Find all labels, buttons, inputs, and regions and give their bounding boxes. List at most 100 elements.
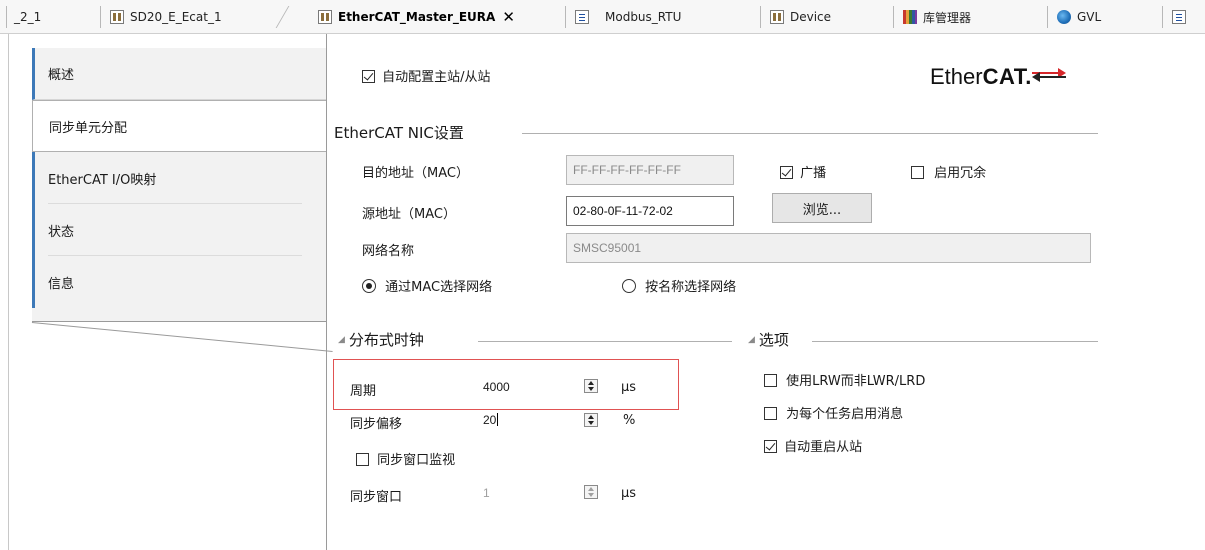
tab-label: _2_1: [14, 10, 42, 24]
sync-shift-value: 20: [483, 413, 497, 427]
ethercat-logo: EtherCAT.: [930, 64, 1066, 90]
auto-config-checkbox[interactable]: 自动配置主站/从站: [362, 66, 491, 85]
sync-window-unit: µs: [621, 486, 637, 501]
sync-window-label: 同步窗口: [350, 490, 403, 505]
broadcast-checkbox[interactable]: 广播: [780, 162, 826, 181]
globe-icon: [1057, 10, 1071, 24]
tab-modbus-rtu[interactable]: Modbus_RTU: [565, 0, 682, 33]
group-title-text: EtherCAT NIC设置: [334, 124, 464, 142]
tab-label: SD20_E_Ecat_1: [130, 10, 222, 24]
document-icon: [575, 10, 589, 24]
tab-label: 库管理器: [923, 10, 972, 25]
sidebar-item-label: 概述: [48, 68, 75, 83]
broadcast-label: 广播: [800, 166, 827, 181]
sidebar-item-io-mapping[interactable]: EtherCAT I/O映射: [32, 152, 326, 204]
options-group-title[interactable]: ◢ 选项: [748, 329, 789, 350]
sidebar-item-overview[interactable]: 概述: [32, 48, 326, 100]
sync-window-monitor-label: 同步窗口监视: [377, 453, 456, 468]
sync-window-spinner-icon[interactable]: [584, 485, 598, 499]
auto-restart-label: 自动重启从站: [784, 440, 863, 455]
use-lrw-checkbox[interactable]: 使用LRW而非LWR/LRD: [764, 370, 925, 389]
tab-overflow[interactable]: [1162, 0, 1192, 33]
checkbox-icon: [911, 166, 924, 179]
network-name-label: 网络名称: [362, 244, 415, 259]
tab-separator: [1162, 6, 1163, 28]
dest-address-field[interactable]: FF-FF-FF-FF-FF-FF: [566, 155, 734, 185]
sidebar-item-information[interactable]: 信息: [32, 256, 326, 308]
browse-button[interactable]: 浏览...: [772, 193, 872, 223]
tab-library-manager[interactable]: 库管理器: [893, 0, 972, 33]
sync-window-monitor-checkbox[interactable]: 同步窗口监视: [356, 449, 455, 468]
redundancy-checkbox[interactable]: 启用冗余: [911, 162, 986, 181]
sidebar-item-label: 信息: [48, 276, 75, 292]
select-by-name-radio[interactable]: 按名称选择网络: [622, 276, 736, 295]
tab-separator: [760, 6, 761, 28]
text-caret: [497, 413, 499, 426]
tab-separator: [275, 6, 319, 28]
network-name-field[interactable]: SMSC95001: [566, 233, 1091, 263]
select-by-mac-label: 通过MAC选择网络: [385, 280, 493, 295]
group-title-text: 选项: [758, 331, 789, 349]
tab-label: Modbus_RTU: [605, 10, 682, 24]
tab-partial[interactable]: _2_1: [6, 0, 42, 33]
sync-shift-spinner-icon[interactable]: [584, 413, 598, 427]
radio-icon: [622, 279, 636, 293]
library-icon: [903, 10, 917, 24]
checkbox-icon: [764, 374, 777, 387]
sidebar-item-label: 状态: [48, 224, 75, 240]
nic-group-title: EtherCAT NIC设置: [334, 122, 464, 143]
group-divider: [522, 133, 1098, 134]
logo-text-bold: CAT.: [982, 64, 1032, 89]
checkbox-icon: [356, 453, 369, 466]
device-icon: [110, 10, 124, 24]
logo-arrows-icon: [1032, 68, 1066, 82]
tab-separator: [100, 6, 101, 28]
tab-device[interactable]: Device: [760, 0, 831, 33]
checkbox-icon: [764, 407, 777, 420]
collapse-triangle-icon: ◢: [748, 334, 755, 345]
tab-ethercat-master[interactable]: EtherCAT_Master_EURA ✕: [318, 0, 515, 33]
content-border: [326, 34, 327, 550]
select-by-name-label: 按名称选择网络: [645, 280, 737, 295]
tab-separator: [565, 6, 566, 28]
sync-window-input[interactable]: 1: [483, 486, 490, 500]
tab-sd20-e-ecat-1[interactable]: SD20_E_Ecat_1: [100, 0, 222, 33]
group-divider: [478, 341, 732, 342]
cycle-unit: µs: [621, 380, 637, 395]
cycle-input[interactable]: 4000: [483, 380, 510, 394]
left-border: [8, 34, 9, 550]
select-by-mac-radio[interactable]: 通过MAC选择网络: [362, 276, 492, 295]
device-icon: [770, 10, 784, 24]
dest-address-label: 目的地址（MAC）: [362, 166, 469, 181]
auto-config-label: 自动配置主站/从站: [382, 70, 491, 85]
sidebar-item-status[interactable]: 状态: [32, 204, 326, 256]
sidebar-item-label: EtherCAT I/O映射: [48, 172, 157, 188]
checkbox-icon: [764, 440, 777, 453]
enable-messages-checkbox[interactable]: 为每个任务启用消息: [764, 403, 903, 422]
distributed-clock-group-title[interactable]: ◢ 分布式时钟: [338, 329, 424, 350]
sidebar: 概述 同步单元分配 EtherCAT I/O映射 状态 信息: [31, 48, 333, 550]
editor-tab-strip: _2_1 SD20_E_Ecat_1 EtherCAT_Master_EURA …: [0, 0, 1205, 34]
logo-text: Ether: [930, 64, 983, 89]
auto-restart-checkbox[interactable]: 自动重启从站: [764, 436, 862, 455]
device-icon: [318, 10, 332, 24]
checkbox-icon: [780, 166, 793, 179]
checkbox-icon: [362, 70, 375, 83]
tab-label: EtherCAT_Master_EURA: [338, 10, 496, 24]
group-title-text: 分布式时钟: [348, 331, 424, 349]
collapse-triangle-icon: ◢: [338, 334, 345, 345]
sidebar-item-sync-unit-assignment[interactable]: 同步单元分配: [32, 100, 326, 152]
tab-label: GVL: [1077, 10, 1102, 24]
redundancy-label: 启用冗余: [934, 166, 987, 181]
divider: [31, 322, 333, 352]
source-address-label: 源地址（MAC）: [362, 207, 456, 222]
group-divider: [812, 341, 1098, 342]
tab-gvl[interactable]: GVL: [1047, 0, 1102, 33]
tab-separator: [6, 6, 7, 28]
cycle-spinner-icon[interactable]: [584, 379, 598, 393]
source-address-field[interactable]: 02-80-0F-11-72-02: [566, 196, 734, 226]
close-icon[interactable]: ✕: [502, 8, 515, 26]
sync-shift-input[interactable]: 20: [483, 413, 499, 427]
enable-messages-label: 为每个任务启用消息: [786, 407, 904, 422]
sync-shift-label: 同步偏移: [350, 417, 403, 432]
